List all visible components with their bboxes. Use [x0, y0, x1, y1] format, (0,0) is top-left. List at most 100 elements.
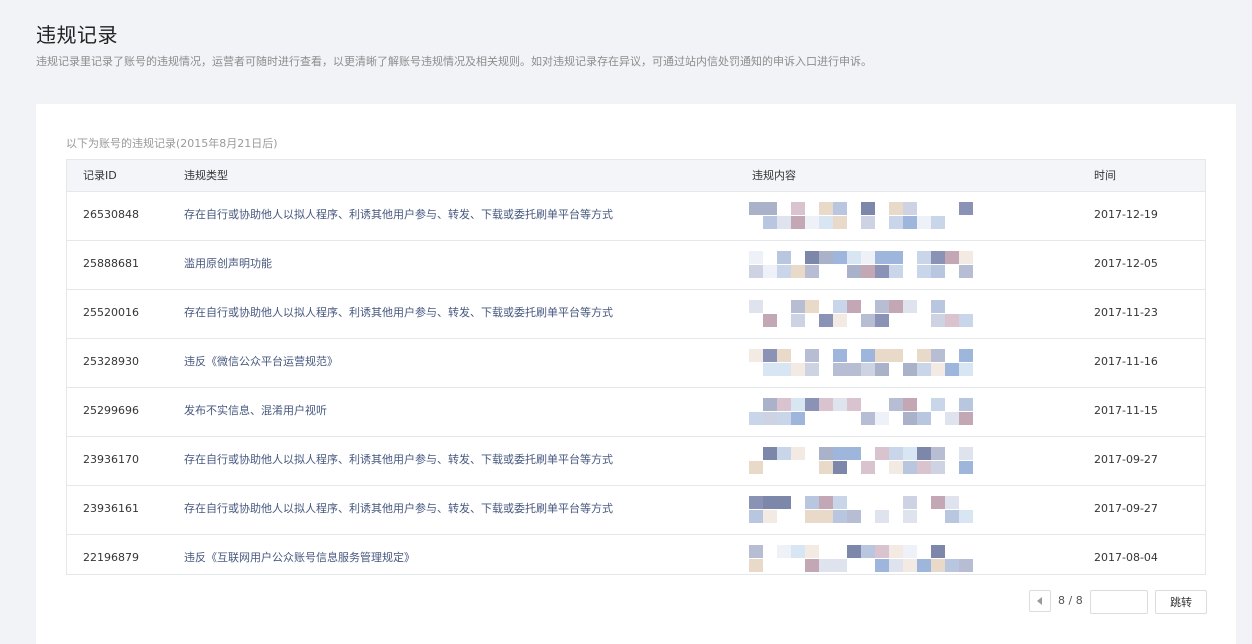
record-id: 25328930: [83, 355, 139, 368]
column-header-time: 时间: [1094, 169, 1116, 182]
redaction-block: [833, 216, 847, 229]
redaction-block: [931, 447, 945, 460]
violation-type-link[interactable]: 发布不实信息、混淆用户视听: [184, 388, 744, 434]
record-id: 26530848: [83, 208, 139, 221]
redaction-block: [791, 300, 805, 313]
violation-type-link[interactable]: 存在自行或协助他人以拟人程序、利诱其他用户参与、转发、下载或委托刷单平台等方式: [184, 192, 744, 238]
redaction-block: [945, 251, 959, 264]
redaction-block: [805, 496, 819, 509]
redaction-block: [791, 545, 805, 558]
redaction-block: [749, 510, 763, 523]
previous-page-button[interactable]: [1029, 590, 1051, 612]
redaction-block: [903, 363, 917, 376]
table-row: 26530848 存在自行或协助他人以拟人程序、利诱其他用户参与、转发、下载或委…: [67, 192, 1205, 241]
violation-type-link[interactable]: 存在自行或协助他人以拟人程序、利诱其他用户参与、转发、下载或委托刷单平台等方式: [184, 437, 744, 483]
redaction-block: [875, 300, 889, 313]
redaction-block: [917, 349, 931, 362]
redaction-block: [861, 545, 875, 558]
violation-type-link[interactable]: 违反《互联网用户公众账号信息服务管理规定》: [184, 535, 744, 581]
redaction-block: [959, 559, 973, 572]
redaction-block: [805, 251, 819, 264]
redaction-block: [777, 349, 791, 362]
record-time: 2017-09-27: [1094, 453, 1158, 466]
redaction-block: [791, 447, 805, 460]
violation-type-link[interactable]: 存在自行或协助他人以拟人程序、利诱其他用户参与、转发、下载或委托刷单平台等方式: [184, 486, 744, 532]
redaction-block: [959, 202, 973, 215]
redaction-block: [945, 363, 959, 376]
page-jump-input[interactable]: [1090, 590, 1148, 614]
redaction-block: [791, 202, 805, 215]
redaction-block: [777, 265, 791, 278]
records-caption: 以下为账号的违规记录(2015年8月21日后): [66, 137, 278, 150]
redaction-block: [833, 398, 847, 411]
redaction-block: [931, 216, 945, 229]
redaction-block: [903, 461, 917, 474]
redaction-block: [749, 496, 763, 509]
violation-type-link[interactable]: 滥用原创声明功能: [184, 241, 744, 287]
record-time: 2017-08-04: [1094, 551, 1158, 564]
redaction-block: [805, 300, 819, 313]
redaction-block: [805, 216, 819, 229]
redaction-block: [847, 545, 861, 558]
redaction-block: [819, 216, 833, 229]
redaction-block: [777, 363, 791, 376]
redaction-block: [819, 559, 833, 572]
redaction-block: [777, 496, 791, 509]
redaction-block: [875, 265, 889, 278]
redacted-content: [749, 247, 989, 283]
redaction-block: [917, 447, 931, 460]
record-time: 2017-12-19: [1094, 208, 1158, 221]
redaction-block: [959, 251, 973, 264]
redaction-block: [917, 559, 931, 572]
redaction-block: [889, 300, 903, 313]
redaction-block: [791, 265, 805, 278]
violation-type-link[interactable]: 存在自行或协助他人以拟人程序、利诱其他用户参与、转发、下载或委托刷单平台等方式: [184, 290, 744, 336]
redaction-block: [889, 398, 903, 411]
record-id: 23936170: [83, 453, 139, 466]
redaction-block: [833, 251, 847, 264]
redaction-block: [833, 447, 847, 460]
record-time: 2017-11-16: [1094, 355, 1158, 368]
redaction-block: [903, 216, 917, 229]
redaction-block: [875, 363, 889, 376]
record-time: 2017-09-27: [1094, 502, 1158, 515]
redaction-block: [959, 398, 973, 411]
record-id: 25520016: [83, 306, 139, 319]
redacted-content: [749, 394, 989, 430]
redacted-content: [749, 541, 989, 577]
table-row: 22196879 违反《互联网用户公众账号信息服务管理规定》 2017-08-0…: [67, 535, 1205, 583]
redaction-block: [931, 496, 945, 509]
redaction-block: [931, 545, 945, 558]
redaction-block: [889, 251, 903, 264]
redaction-block: [749, 251, 763, 264]
redaction-block: [875, 447, 889, 460]
redaction-block: [889, 559, 903, 572]
violation-records-table: 记录ID 违规类型 违规内容 时间 26530848 存在自行或协助他人以拟人程…: [66, 159, 1206, 575]
redaction-block: [875, 559, 889, 572]
redaction-block: [903, 300, 917, 313]
redaction-block: [791, 398, 805, 411]
redaction-block: [903, 202, 917, 215]
redaction-block: [749, 349, 763, 362]
redaction-block: [959, 349, 973, 362]
redaction-block: [819, 398, 833, 411]
redaction-block: [833, 314, 847, 327]
redaction-block: [763, 510, 777, 523]
redaction-block: [959, 461, 973, 474]
redaction-block: [819, 496, 833, 509]
redaction-block: [791, 216, 805, 229]
violation-type-link[interactable]: 违反《微信公众平台运营规范》: [184, 339, 744, 385]
redaction-block: [889, 545, 903, 558]
redaction-block: [931, 314, 945, 327]
redaction-block: [861, 349, 875, 362]
redaction-block: [917, 251, 931, 264]
redaction-block: [903, 559, 917, 572]
redaction-block: [749, 202, 763, 215]
jump-button[interactable]: 跳转: [1155, 590, 1207, 614]
column-header-id: 记录ID: [83, 169, 117, 182]
redaction-block: [917, 265, 931, 278]
redaction-block: [777, 216, 791, 229]
redaction-block: [763, 216, 777, 229]
redaction-block: [889, 265, 903, 278]
redaction-block: [903, 447, 917, 460]
